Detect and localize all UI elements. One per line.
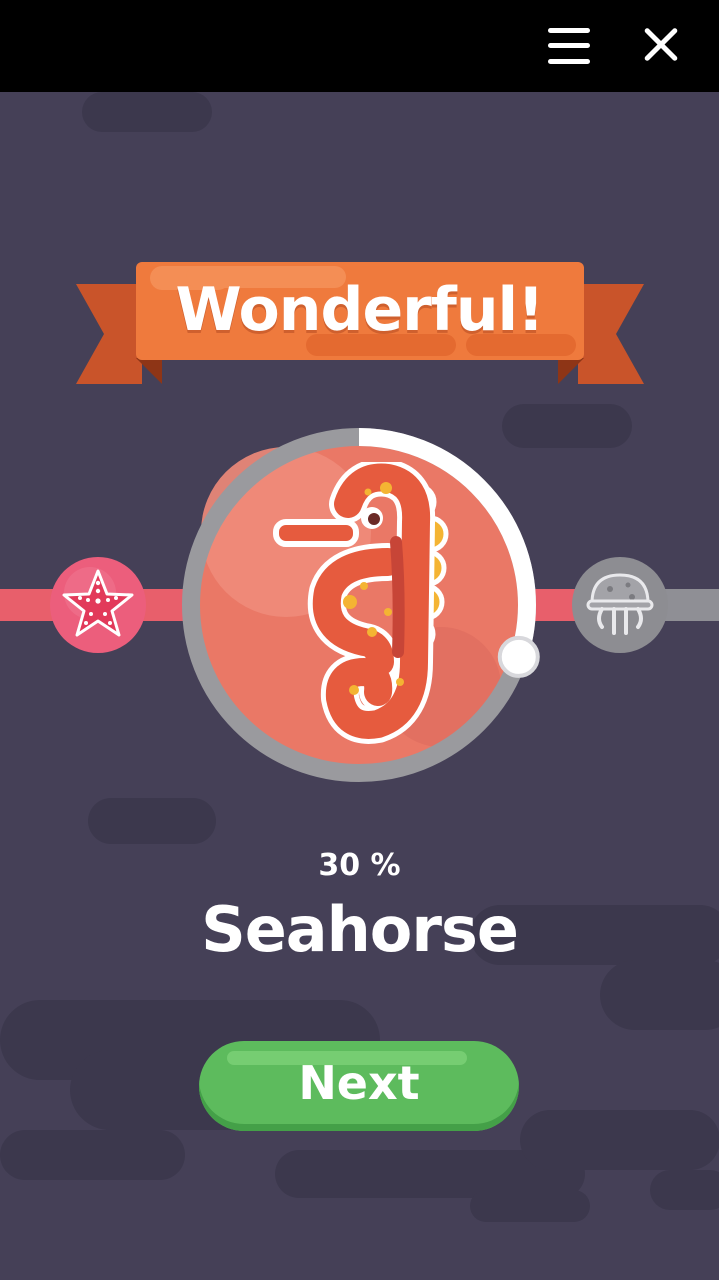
- background-cloud: [88, 798, 216, 844]
- top-bar: [0, 0, 719, 92]
- next-button[interactable]: Next: [199, 1041, 519, 1131]
- background-cloud: [82, 92, 212, 132]
- progress-percent: 30 %: [318, 848, 401, 883]
- starfish-icon: [50, 557, 146, 653]
- background-cloud: [0, 1130, 185, 1180]
- jellyfish-icon: [572, 557, 668, 653]
- banner-title: Wonderful!: [175, 275, 545, 345]
- hamburger-menu-icon[interactable]: [544, 24, 594, 68]
- background-cloud: [600, 960, 719, 1030]
- background-cloud: [520, 1110, 719, 1170]
- next-button-label: Next: [298, 1056, 420, 1110]
- close-icon[interactable]: [638, 22, 684, 68]
- background-cloud: [470, 1190, 590, 1222]
- animal-name: Seahorse: [201, 893, 519, 966]
- background-cloud: [650, 1170, 719, 1210]
- seahorse-icon: [268, 458, 458, 752]
